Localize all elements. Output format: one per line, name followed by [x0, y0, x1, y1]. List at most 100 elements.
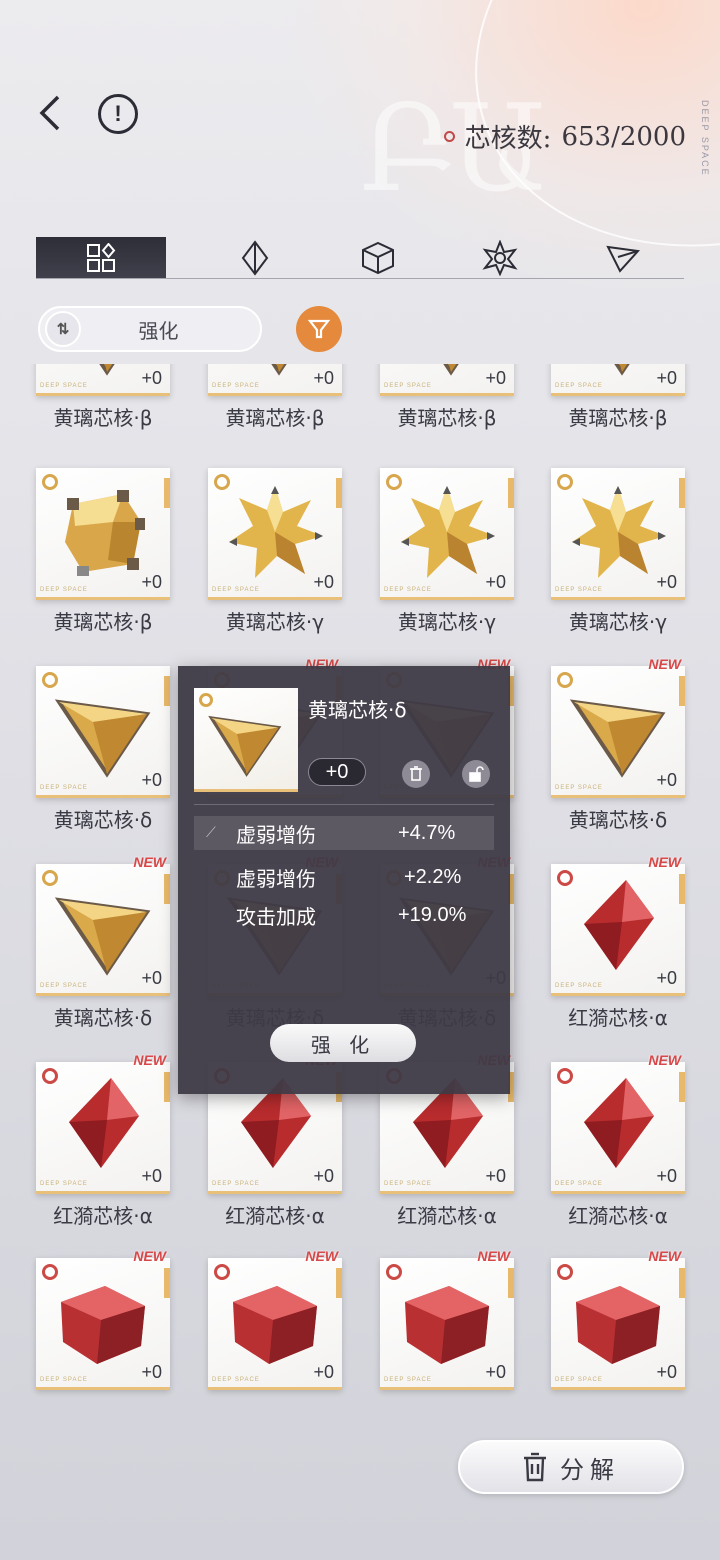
core-name: 黄璃芯核·β	[53, 610, 153, 634]
core-card[interactable]: DEEP SPACE +0	[36, 364, 170, 396]
decompose-button[interactable]: 分解	[458, 1440, 684, 1494]
cube-core-icon	[65, 490, 145, 576]
card-watermark: DEEP SPACE	[555, 587, 603, 593]
stat-label: 虚弱增伤	[236, 866, 316, 891]
core-item[interactable]: DEEP SPACE +0 NEW	[36, 1248, 170, 1404]
core-level: +0	[313, 572, 334, 592]
trash-icon	[524, 1452, 546, 1482]
core-item[interactable]: DEEP SPACE +0 黄璃芯核·β	[208, 364, 342, 430]
cube-icon	[361, 241, 394, 274]
core-level: +0	[141, 1362, 162, 1382]
decompose-label: 分解	[560, 1455, 620, 1484]
back-button[interactable]	[30, 90, 70, 136]
core-item[interactable]: DEEP SPACE +0 黄璃芯核·β	[551, 364, 685, 430]
new-badge: NEW	[133, 854, 166, 870]
tab-pyramid[interactable]	[562, 237, 685, 278]
core-item[interactable]: DEEP SPACE +0 黄璃芯核·γ	[380, 468, 514, 634]
core-name: 黄璃芯核·β	[568, 406, 668, 430]
new-badge: NEW	[133, 1248, 166, 1264]
core-card[interactable]: DEEP SPACE +0	[380, 468, 514, 600]
core-card[interactable]: DEEP SPACE +0 NEW	[551, 854, 685, 996]
diamond-core-icon	[584, 1078, 654, 1168]
new-badge: NEW	[648, 656, 681, 672]
crystal-icon	[242, 239, 269, 276]
red-cube-core-icon	[233, 1286, 317, 1364]
core-item[interactable]: DEEP SPACE +0 NEW 红漪芯核·α	[551, 1052, 685, 1228]
core-item[interactable]: DEEP SPACE +0 NEW	[380, 1248, 514, 1404]
core-item[interactable]: DEEP SPACE +0 NEW 红漪芯核·α	[551, 854, 685, 1030]
core-level: +0	[485, 572, 506, 592]
card-watermark: DEEP SPACE	[555, 1181, 603, 1187]
sort-order-icon[interactable]: ⇅	[45, 311, 81, 347]
pyramid-core-icon	[99, 364, 115, 376]
star-icon	[482, 239, 518, 276]
popup-divider	[194, 804, 494, 805]
core-card[interactable]: DEEP SPACE +0 NEW	[208, 1248, 342, 1390]
card-watermark: DEEP SPACE	[212, 383, 260, 389]
card-watermark: DEEP SPACE	[40, 1181, 88, 1187]
card-watermark: DEEP SPACE	[384, 383, 432, 389]
core-item[interactable]: DEEP SPACE +0 NEW	[551, 1248, 685, 1404]
deep-space-watermark: DEEP SPACE	[700, 100, 710, 177]
red-cube-core-icon	[576, 1286, 660, 1364]
core-card[interactable]: DEEP SPACE +0	[208, 468, 342, 600]
core-card[interactable]: DEEP SPACE +0 NEW	[36, 1248, 170, 1390]
core-card[interactable]: DEEP SPACE +0 NEW	[551, 656, 685, 798]
card-strip	[164, 1268, 170, 1298]
core-item[interactable]: DEEP SPACE +0 NEW 黄璃芯核·δ	[551, 656, 685, 832]
core-name: 红漪芯核·α	[225, 1204, 325, 1228]
core-item[interactable]: DEEP SPACE +0 黄璃芯核·β	[36, 364, 170, 430]
core-item[interactable]: DEEP SPACE +0 NEW 黄璃芯核·δ	[36, 854, 170, 1030]
core-item[interactable]: DEEP SPACE +0 黄璃芯核·γ	[208, 468, 342, 634]
enhance-button[interactable]: 强 化	[270, 1024, 416, 1062]
core-card[interactable]: DEEP SPACE +0	[380, 364, 514, 396]
tab-crystal[interactable]	[194, 237, 317, 278]
core-item[interactable]: DEEP SPACE +0 NEW	[208, 1248, 342, 1404]
core-card[interactable]: DEEP SPACE +0	[208, 364, 342, 396]
core-card[interactable]: DEEP SPACE +0 NEW	[551, 1052, 685, 1194]
core-card[interactable]: DEEP SPACE +0	[551, 364, 685, 396]
card-strip	[164, 1072, 170, 1102]
card-watermark: DEEP SPACE	[555, 383, 603, 389]
pyramid-core-icon	[271, 364, 287, 376]
pyramid-core-icon	[569, 699, 666, 778]
core-card[interactable]: DEEP SPACE +0 NEW	[551, 1248, 685, 1390]
card-strip	[336, 478, 342, 508]
card-strip	[164, 874, 170, 904]
stat-row: 虚弱增伤 +2.2%	[194, 860, 494, 894]
core-item[interactable]: DEEP SPACE +0 黄璃芯核·γ	[551, 468, 685, 634]
tab-all[interactable]	[36, 237, 166, 278]
card-strip	[336, 1268, 342, 1298]
new-badge: NEW	[305, 1248, 338, 1264]
new-badge: NEW	[648, 854, 681, 870]
pyramid-core-icon	[54, 897, 151, 976]
core-item[interactable]: DEEP SPACE +0 NEW 红漪芯核·α	[36, 1052, 170, 1228]
tab-star[interactable]	[439, 237, 562, 278]
core-name: 黄璃芯核·β	[53, 406, 153, 430]
lock-button[interactable]	[462, 760, 490, 788]
core-item[interactable]: DEEP SPACE +0 黄璃芯核·β	[380, 364, 514, 430]
core-item[interactable]: DEEP SPACE +0 黄璃芯核·β	[36, 468, 170, 634]
filter-button[interactable]	[296, 306, 342, 352]
core-item[interactable]: DEEP SPACE +0 黄璃芯核·δ	[36, 666, 170, 832]
core-card[interactable]: DEEP SPACE +0	[36, 666, 170, 798]
core-level: +0	[141, 1166, 162, 1186]
trash-icon	[410, 766, 422, 781]
core-card[interactable]: DEEP SPACE +0 NEW	[380, 1248, 514, 1390]
star-core-icon	[572, 486, 666, 578]
core-card[interactable]: DEEP SPACE +0	[551, 468, 685, 600]
unlock-icon	[469, 766, 484, 782]
tab-cube[interactable]	[317, 237, 440, 278]
delete-button[interactable]	[402, 760, 430, 788]
core-card[interactable]: DEEP SPACE +0 NEW	[36, 1052, 170, 1194]
card-watermark: DEEP SPACE	[555, 785, 603, 791]
core-level: +0	[141, 770, 162, 790]
card-strip	[679, 478, 685, 508]
core-card[interactable]: DEEP SPACE +0	[36, 468, 170, 600]
sort-dropdown[interactable]: ⇅ 强化	[38, 306, 262, 352]
core-card[interactable]: DEEP SPACE +0 NEW	[36, 854, 170, 996]
new-badge: NEW	[648, 1248, 681, 1264]
card-strip	[508, 478, 514, 508]
card-strip	[679, 676, 685, 706]
info-button[interactable]: !	[98, 94, 138, 134]
